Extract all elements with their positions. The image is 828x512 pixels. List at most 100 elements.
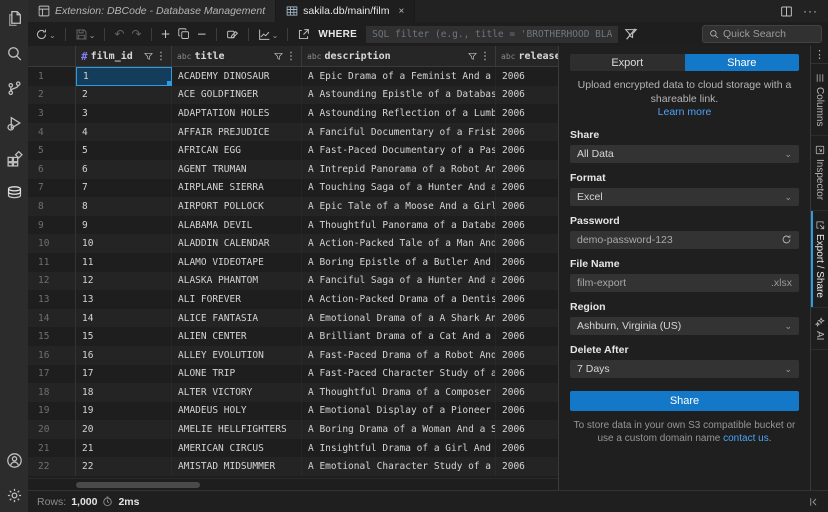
data-cell[interactable]: A Brilliant Drama of a Cat And a M… [302, 327, 496, 346]
data-cell[interactable]: AIRPORT POLLOCK [172, 197, 302, 216]
data-cell[interactable]: 1 [76, 67, 172, 86]
tab-sakila-film[interactable]: sakila.db/main/film × [276, 0, 415, 22]
data-cell[interactable]: A Astounding Reflection of a Lumbe… [302, 104, 496, 123]
data-cell[interactable]: 2006 [496, 309, 558, 328]
accounts-icon[interactable] [5, 451, 23, 469]
data-cell[interactable]: 2006 [496, 365, 558, 384]
database-icon[interactable] [5, 184, 23, 202]
column-header-title[interactable]: abc title ⋮ [172, 46, 302, 66]
data-cell[interactable]: ALADDIN CALENDAR [172, 234, 302, 253]
data-cell[interactable]: 22 [76, 457, 172, 476]
data-cell[interactable]: ALICE FANTASIA [172, 309, 302, 328]
data-cell[interactable]: A Boring Drama of a Woman And a Sq… [302, 420, 496, 439]
data-cell[interactable]: 2006 [496, 179, 558, 198]
data-cell[interactable]: 6 [76, 160, 172, 179]
data-cell[interactable]: A Thoughtful Panorama of a Databas… [302, 216, 496, 235]
run-debug-icon[interactable] [5, 114, 23, 132]
data-cell[interactable]: 20 [76, 420, 172, 439]
data-cell[interactable]: 2006 [496, 439, 558, 458]
data-cell[interactable]: ALASKA PHANTOM [172, 272, 302, 291]
data-cell[interactable]: 2006 [496, 123, 558, 142]
data-cell[interactable]: ALLEY EVOLUTION [172, 346, 302, 365]
data-cell[interactable]: 9 [76, 216, 172, 235]
learn-more-link[interactable]: Learn more [658, 106, 712, 118]
data-cell[interactable]: 2006 [496, 327, 558, 346]
share-tab[interactable]: Share [685, 54, 800, 71]
search-icon[interactable] [5, 44, 23, 62]
data-cell[interactable]: A Fast-Paced Documentary of a Past… [302, 141, 496, 160]
data-cell[interactable]: A Fanciful Saga of a Hunter And a … [302, 272, 496, 291]
column-menu-icon[interactable]: ⋮ [480, 51, 490, 62]
column-header-film-id[interactable]: # film_id ⋮ [76, 46, 172, 66]
region-select[interactable]: Ashburn, Virginia (US) ⌄ [570, 317, 799, 335]
data-cell[interactable]: ALAMO VIDEOTAPE [172, 253, 302, 272]
delete-row-button[interactable]: − [196, 27, 208, 41]
data-cell[interactable]: 18 [76, 383, 172, 402]
data-cell[interactable]: A Fast-Paced Drama of a Robot And … [302, 346, 496, 365]
data-cell[interactable]: 2006 [496, 457, 558, 476]
data-cell[interactable]: 2006 [496, 141, 558, 160]
share-button[interactable]: Share [570, 391, 799, 411]
regenerate-password-icon[interactable] [781, 234, 792, 245]
data-cell[interactable]: ALIEN CENTER [172, 327, 302, 346]
data-cell[interactable]: ACE GOLDFINGER [172, 86, 302, 105]
data-cell[interactable]: 3 [76, 104, 172, 123]
add-row-button[interactable]: + [160, 27, 172, 41]
save-button[interactable]: ⌄ [74, 27, 97, 42]
apply-changes-button[interactable] [225, 27, 240, 42]
data-cell[interactable]: AMELIE HELLFIGHTERS [172, 420, 302, 439]
side-tab-export-share[interactable]: Export / Share [811, 211, 828, 308]
data-cell[interactable]: AFRICAN EGG [172, 141, 302, 160]
password-input[interactable] [577, 234, 776, 246]
data-cell[interactable]: 17 [76, 365, 172, 384]
data-cell[interactable]: ALTER VICTORY [172, 383, 302, 402]
tab-extension-dbcode[interactable]: Extension: DBCode - Database Management [28, 0, 276, 22]
side-tab-columns[interactable]: Columns [811, 64, 828, 136]
horizontal-scrollbar-thumb[interactable] [76, 482, 200, 488]
data-cell[interactable]: AMISTAD MIDSUMMER [172, 457, 302, 476]
collapse-panel-icon[interactable] [807, 496, 819, 508]
data-cell[interactable]: 15 [76, 327, 172, 346]
data-cell[interactable]: A Emotional Display of a Pioneer A… [302, 402, 496, 421]
data-cell[interactable]: 10 [76, 234, 172, 253]
data-cell[interactable]: 14 [76, 309, 172, 328]
data-cell[interactable]: A Thoughtful Drama of a Composer A… [302, 383, 496, 402]
side-tab-inspector[interactable]: Inspector [811, 136, 828, 210]
data-cell[interactable]: A Intrepid Panorama of a Robot And… [302, 160, 496, 179]
contact-us-link[interactable]: contact us [723, 433, 769, 444]
settings-gear-icon[interactable] [5, 486, 23, 504]
data-cell[interactable]: A Fast-Paced Character Study of a … [302, 365, 496, 384]
data-cell[interactable]: 2006 [496, 253, 558, 272]
data-cell[interactable]: A Touching Saga of a Hunter And a … [302, 179, 496, 198]
data-cell[interactable]: 16 [76, 346, 172, 365]
undo-button[interactable]: ↶ [113, 27, 125, 41]
data-cell[interactable]: 2006 [496, 216, 558, 235]
side-tab-ai[interactable]: AI [811, 308, 828, 350]
chart-button[interactable]: ⌄ [257, 27, 280, 42]
data-cell[interactable]: 7 [76, 179, 172, 198]
data-cell[interactable]: AMADEUS HOLY [172, 402, 302, 421]
data-cell[interactable]: 2006 [496, 383, 558, 402]
data-cell[interactable]: 2006 [496, 160, 558, 179]
data-cell[interactable]: 11 [76, 253, 172, 272]
source-control-icon[interactable] [5, 79, 23, 97]
duplicate-row-button[interactable] [177, 27, 191, 41]
export-share-button[interactable] [296, 27, 311, 42]
data-cell[interactable]: 4 [76, 123, 172, 142]
data-cell[interactable]: ALABAMA DEVIL [172, 216, 302, 235]
clear-filter-icon[interactable] [623, 26, 639, 42]
data-cell[interactable]: ADAPTATION HOLES [172, 104, 302, 123]
data-cell[interactable]: 2006 [496, 346, 558, 365]
format-select[interactable]: Excel ⌄ [570, 188, 799, 206]
data-cell[interactable]: 2006 [496, 67, 558, 86]
data-cell[interactable]: AGENT TRUMAN [172, 160, 302, 179]
refresh-button[interactable]: ⌄ [34, 27, 57, 42]
data-cell[interactable]: 2006 [496, 104, 558, 123]
data-cell[interactable]: ALI FOREVER [172, 290, 302, 309]
data-cell[interactable]: 19 [76, 402, 172, 421]
file-name-input[interactable] [577, 277, 766, 289]
column-menu-icon[interactable]: ⋮ [156, 51, 166, 62]
quick-search-input[interactable] [723, 28, 815, 40]
data-cell[interactable]: A Fanciful Documentary of a Frisbe… [302, 123, 496, 142]
more-actions-icon[interactable]: ··· [803, 4, 818, 18]
